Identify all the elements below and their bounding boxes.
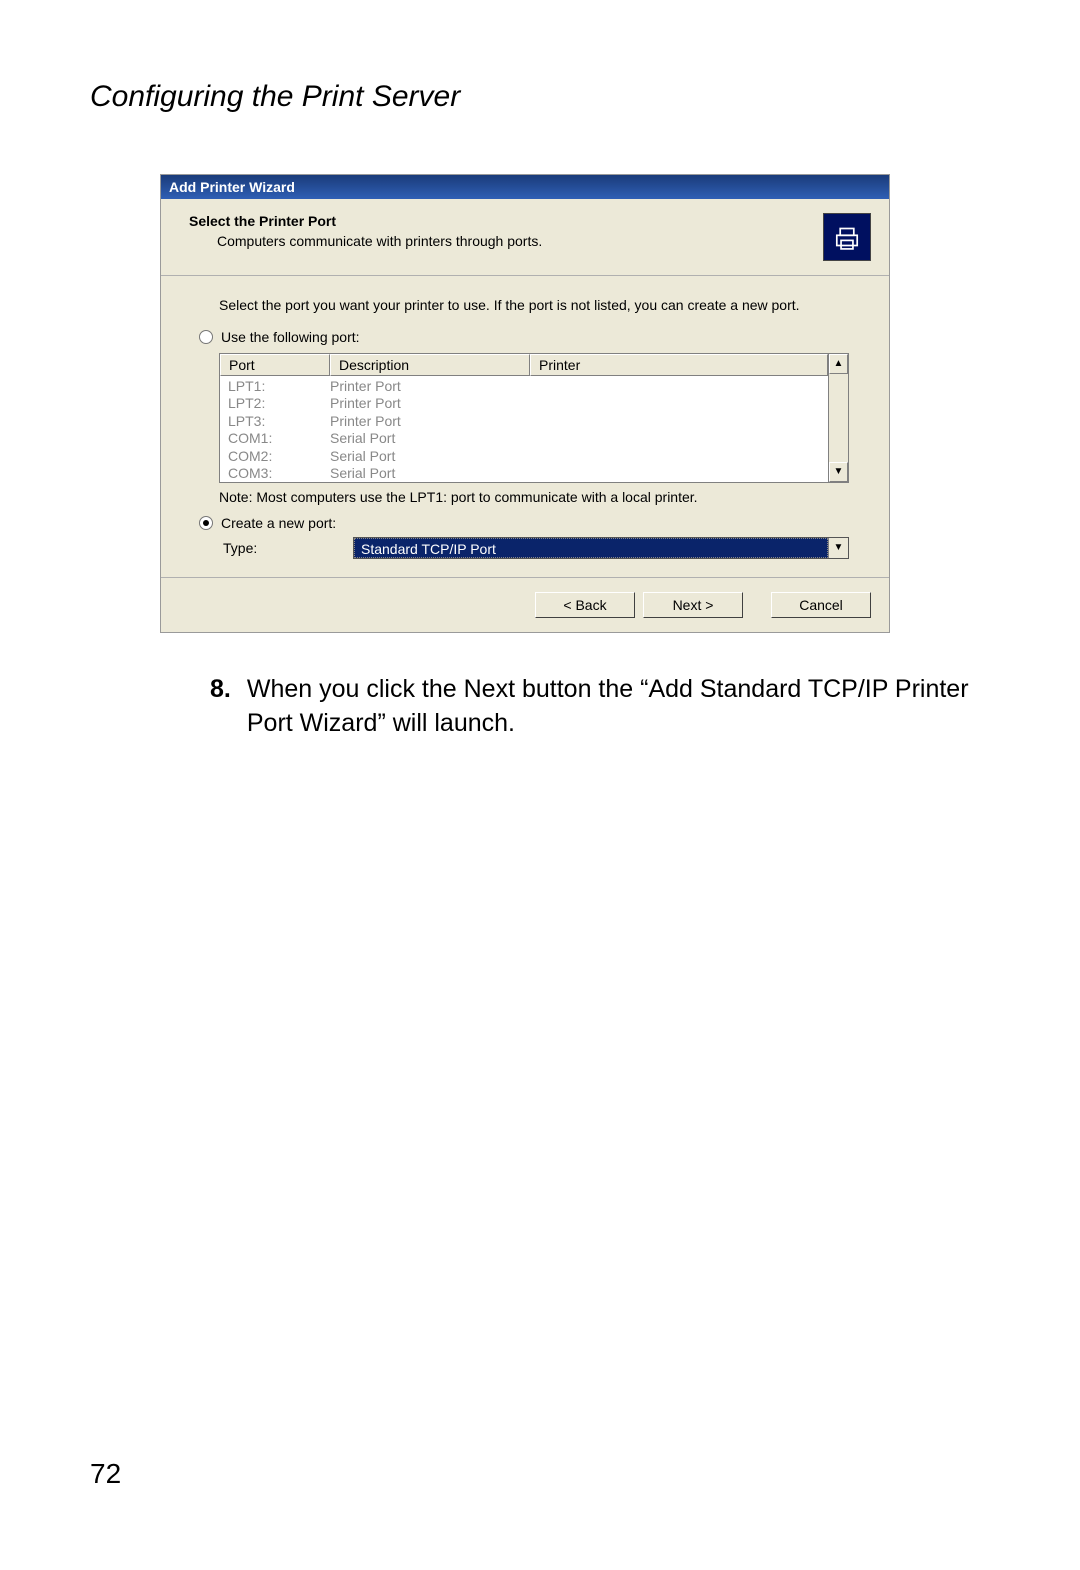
cancel-button[interactable]: Cancel [771, 592, 871, 618]
table-row[interactable]: LPT2:Printer Port [220, 395, 828, 413]
port-cell: LPT1: [228, 378, 330, 396]
desc-cell: Printer Port [330, 378, 530, 396]
back-button[interactable]: < Back [535, 592, 635, 618]
port-note-text: Note: Most computers use the LPT1: port … [219, 489, 849, 505]
wizard-window: Add Printer Wizard Select the Printer Po… [160, 174, 890, 633]
radio-create-label: Create a new port: [221, 515, 336, 531]
wizard-header: Select the Printer Port Computers commun… [161, 199, 889, 276]
scroll-down-icon[interactable]: ▼ [829, 462, 848, 482]
page-heading: Configuring the Print Server [90, 80, 990, 114]
table-row[interactable]: COM1:Serial Port [220, 430, 828, 448]
desc-cell: Serial Port [330, 465, 530, 483]
port-col-header-port[interactable]: Port [220, 354, 330, 376]
desc-cell: Printer Port [330, 413, 530, 431]
type-label: Type: [223, 540, 353, 556]
window-titlebar: Add Printer Wizard [161, 175, 889, 199]
wizard-header-subtitle: Computers communicate with printers thro… [217, 233, 542, 249]
scroll-up-icon[interactable]: ▲ [829, 354, 848, 374]
port-cell: LPT2: [228, 395, 330, 413]
printer-icon [823, 213, 871, 261]
port-table-scrollbar[interactable]: ▲ ▼ [829, 353, 849, 483]
next-button[interactable]: Next > [643, 592, 743, 618]
port-type-value: Standard TCP/IP Port [354, 538, 828, 558]
port-cell: COM2: [228, 448, 330, 466]
port-table[interactable]: Port Description Printer LPT1:Printer Po… [219, 353, 829, 483]
table-row[interactable]: LPT3:Printer Port [220, 413, 828, 431]
desc-cell: Serial Port [330, 430, 530, 448]
port-type-select[interactable]: Standard TCP/IP Port ▼ [353, 537, 849, 559]
step-number: 8. [210, 673, 231, 741]
table-row[interactable]: COM2:Serial Port [220, 448, 828, 466]
step-instruction: When you click the Next button the “Add … [247, 673, 970, 741]
radio-create-new-port[interactable] [199, 516, 213, 530]
page-number: 72 [90, 1458, 121, 1490]
port-col-header-description[interactable]: Description [330, 354, 530, 376]
desc-cell: Printer Port [330, 395, 530, 413]
table-row[interactable]: COM3:Serial Port [220, 465, 828, 483]
radio-use-following-port[interactable] [199, 330, 213, 344]
port-cell: COM3: [228, 465, 330, 483]
radio-use-label: Use the following port: [221, 329, 360, 345]
wizard-intro-text: Select the port you want your printer to… [219, 296, 849, 315]
port-cell: LPT3: [228, 413, 330, 431]
desc-cell: Serial Port [330, 448, 530, 466]
port-col-header-printer[interactable]: Printer [530, 354, 828, 376]
wizard-header-title: Select the Printer Port [189, 213, 542, 229]
chevron-down-icon[interactable]: ▼ [828, 538, 848, 558]
port-cell: COM1: [228, 430, 330, 448]
table-row[interactable]: LPT1:Printer Port [220, 378, 828, 396]
